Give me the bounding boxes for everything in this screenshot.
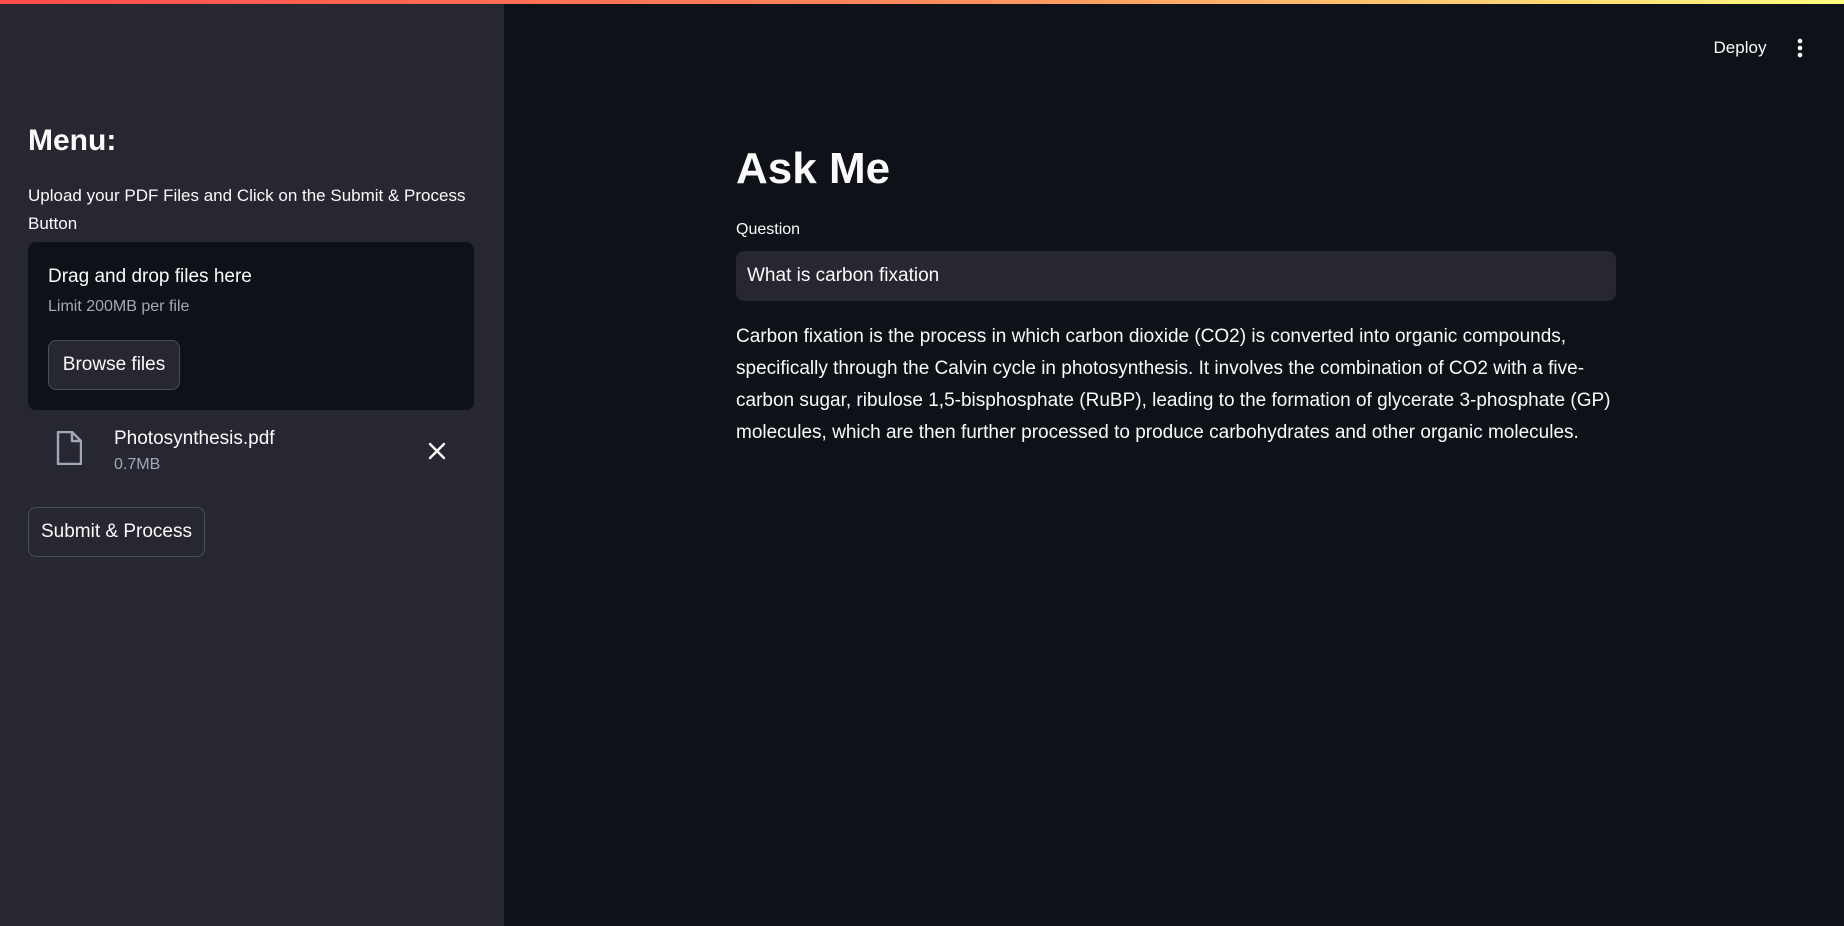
uploaded-file-item: Photosynthesis.pdf 0.7MB (28, 420, 474, 480)
sidebar-title: Menu: (28, 124, 117, 157)
file-icon (56, 430, 83, 466)
sidebar: Menu: Upload your PDF Files and Click on… (0, 0, 504, 926)
main-content: Ask Me Question Carbon fixation is the p… (736, 0, 1616, 926)
dropzone-limit: Limit 200MB per file (48, 298, 190, 315)
browse-files-button[interactable]: Browse files (48, 340, 180, 390)
question-label: Question (736, 221, 801, 238)
sidebar-description: Upload your PDF Files and Click on the S… (28, 186, 466, 233)
deploy-button[interactable]: Deploy (1700, 30, 1780, 66)
submit-process-button[interactable]: Submit & Process (28, 507, 205, 557)
file-size: 0.7MB (114, 456, 161, 473)
page-title: Ask Me (736, 144, 891, 193)
more-vertical-icon[interactable] (1790, 30, 1810, 66)
file-name: Photosynthesis.pdf (114, 428, 275, 449)
file-dropzone[interactable]: Drag and drop files here Limit 200MB per… (28, 242, 474, 410)
answer-text: Carbon fixation is the process in which … (736, 326, 1611, 443)
top-decoration-bar (0, 0, 1844, 4)
dropzone-title: Drag and drop files here (48, 266, 252, 287)
close-icon[interactable] (426, 440, 448, 462)
question-input[interactable] (736, 251, 1616, 301)
